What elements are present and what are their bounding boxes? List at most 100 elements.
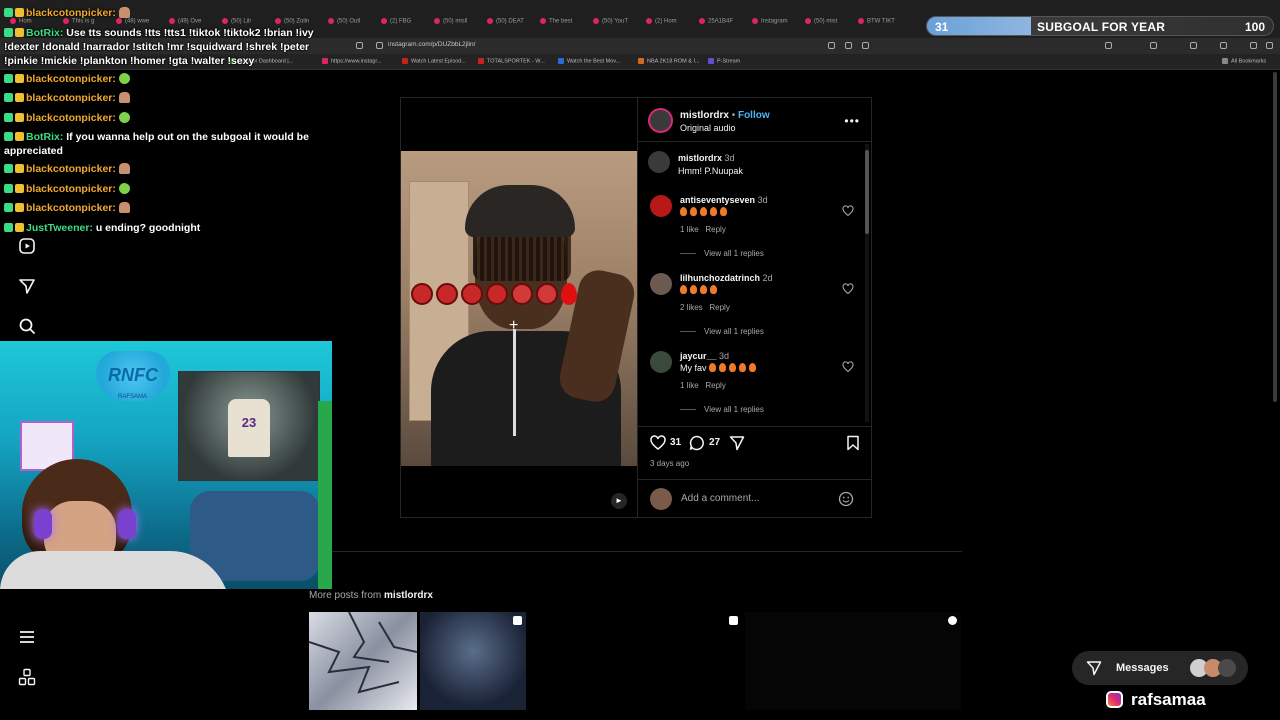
browser-tab[interactable]: The best xyxy=(540,18,589,34)
commenter-avatar[interactable] xyxy=(650,195,672,217)
url-text[interactable]: instagram.com/p/DUZbbL2jlin/ xyxy=(388,41,475,48)
more-post-thumbnail[interactable] xyxy=(745,612,961,710)
more-menu-icon[interactable] xyxy=(18,628,36,646)
browser-tab[interactable]: (2) FBG xyxy=(381,18,430,34)
search-icon[interactable] xyxy=(18,317,36,335)
tab-favicon-icon xyxy=(805,18,811,24)
bookmark-item[interactable]: P-Stream xyxy=(708,58,740,64)
reply-button[interactable]: Reply xyxy=(705,381,725,390)
caption-user[interactable]: mistlordrx xyxy=(678,153,722,163)
comment-count[interactable]: 27 xyxy=(709,437,720,448)
chat-badge-icon xyxy=(4,112,13,122)
browser-tab[interactable]: (50) DEAT xyxy=(487,18,536,34)
bookmark-icon[interactable] xyxy=(356,42,363,49)
browser-tab[interactable]: (50) misll xyxy=(434,18,483,34)
more-post-thumbnail[interactable] xyxy=(530,612,742,710)
view-replies-button[interactable]: View all 1 replies xyxy=(680,327,764,336)
video-frame[interactable]: + xyxy=(401,151,637,466)
reply-button[interactable]: Reply xyxy=(709,303,729,312)
share-icon[interactable] xyxy=(862,42,869,49)
save-bookmark-icon[interactable] xyxy=(845,435,861,451)
all-bookmarks[interactable]: All Bookmarks xyxy=(1222,58,1266,64)
browser-tab[interactable]: (50) mist xyxy=(805,18,854,34)
more-posts-user[interactable]: mistlordrx xyxy=(384,590,433,601)
emoji-picker-icon[interactable] xyxy=(838,491,854,507)
page-scrollbar[interactable] xyxy=(1273,72,1277,402)
bookmark-item[interactable]: Watch Latest Episod... xyxy=(402,58,466,64)
post-video[interactable]: + ► xyxy=(401,98,637,517)
caption-meta-row: mistlordrx 3d xyxy=(678,153,735,163)
multi-post-icon xyxy=(513,616,522,625)
browser-tab[interactable]: 25A1B4F xyxy=(699,18,748,34)
bookmark-item[interactable]: Watch the Best Mov... xyxy=(558,58,620,64)
add-comment-input[interactable]: Add a comment... xyxy=(681,493,759,504)
author-avatar[interactable] xyxy=(648,108,673,133)
view-replies-button[interactable]: View all 1 replies xyxy=(680,249,764,258)
comment-icon[interactable] xyxy=(689,435,705,451)
devil-emoji-icon xyxy=(461,283,483,305)
browser-tab[interactable]: BTW TIKT xyxy=(858,18,907,34)
more-post-thumbnail[interactable] xyxy=(420,612,526,710)
comment-likes[interactable]: 1 like xyxy=(680,381,699,390)
comment-likes[interactable]: 2 likes xyxy=(680,303,703,312)
caption-avatar[interactable] xyxy=(648,151,670,173)
volume-icon[interactable]: ► xyxy=(611,493,627,509)
also-from-meta-icon[interactable] xyxy=(18,668,36,686)
more-options-icon[interactable]: ••• xyxy=(844,114,860,128)
webcam-feed: RNFC RAFSAMA 23 xyxy=(0,341,332,589)
fire-emoji-icon xyxy=(680,207,687,216)
green-emote-icon xyxy=(118,72,130,84)
extension-icon[interactable] xyxy=(1105,42,1112,49)
comment-likes[interactable]: 1 like xyxy=(680,225,699,234)
comment-age: 3d xyxy=(719,351,730,361)
browser-tab[interactable]: (2) Hom xyxy=(646,18,695,34)
green-screen-edge xyxy=(318,401,332,589)
more-post-thumbnail[interactable] xyxy=(309,612,417,710)
media-icon[interactable] xyxy=(1190,42,1197,49)
profile-icon[interactable] xyxy=(1250,42,1257,49)
sidepanel-icon[interactable] xyxy=(1220,42,1227,49)
tab-title: (50) mist xyxy=(814,18,838,25)
comment-like-icon[interactable] xyxy=(842,205,854,217)
site-info-icon[interactable] xyxy=(376,42,383,49)
chat-username: BotRix: xyxy=(26,26,64,39)
messages-button[interactable]: Messages xyxy=(1072,651,1248,685)
browser-tab[interactable]: Instagram xyxy=(752,18,801,34)
reels-icon[interactable] xyxy=(18,237,36,255)
follow-button[interactable]: Follow xyxy=(738,110,770,121)
comment-like-icon[interactable] xyxy=(842,361,854,373)
view-replies-button[interactable]: View all 1 replies xyxy=(680,405,764,414)
cast-icon[interactable] xyxy=(845,42,852,49)
post-time[interactable]: 3 days ago xyxy=(650,459,689,468)
tab-favicon-icon xyxy=(593,18,599,24)
chat-username: blackcotonpicker: xyxy=(26,7,116,19)
commenter-avatar[interactable] xyxy=(650,273,672,295)
commenter-name[interactable]: lilhunchozdatrinch xyxy=(680,273,760,283)
zoom-icon[interactable] xyxy=(828,42,835,49)
commenter-name[interactable]: jaycur__ xyxy=(680,351,717,361)
chat-username: blackcotonpicker: xyxy=(26,72,116,85)
commenter-avatar[interactable] xyxy=(650,351,672,373)
tab-title: Instagram xyxy=(761,18,788,25)
reply-button[interactable]: Reply xyxy=(705,225,725,234)
like-heart-icon[interactable] xyxy=(650,435,666,451)
author-name[interactable]: mistlordrx xyxy=(680,110,729,121)
share-icon[interactable] xyxy=(729,435,745,451)
menu-icon[interactable] xyxy=(1266,42,1273,49)
comment-like-icon[interactable] xyxy=(842,283,854,295)
subgoal-label: SUBGOAL FOR YEAR xyxy=(1037,20,1166,34)
like-count[interactable]: 31 xyxy=(670,437,681,448)
extension-icon[interactable] xyxy=(1150,42,1157,49)
messages-send-icon[interactable] xyxy=(18,277,36,295)
audio-label[interactable]: Original audio xyxy=(680,123,736,133)
commenter-name[interactable]: antiseventyseven xyxy=(680,195,755,205)
bookmark-item[interactable]: NBA 2K18 ROM & I... xyxy=(638,58,700,64)
comment-header: jaycur__ 3d xyxy=(680,351,729,361)
bookmark-item[interactable]: TOTALSPORTEK - W... xyxy=(478,58,545,64)
comment-age: 3d xyxy=(757,195,768,205)
fire-emoji-icon xyxy=(719,363,727,372)
multi-post-icon xyxy=(729,616,738,625)
comments-scrollbar-thumb[interactable] xyxy=(865,150,869,234)
person-emote-icon xyxy=(118,202,130,213)
browser-tab[interactable]: (50) YouT xyxy=(593,18,642,34)
